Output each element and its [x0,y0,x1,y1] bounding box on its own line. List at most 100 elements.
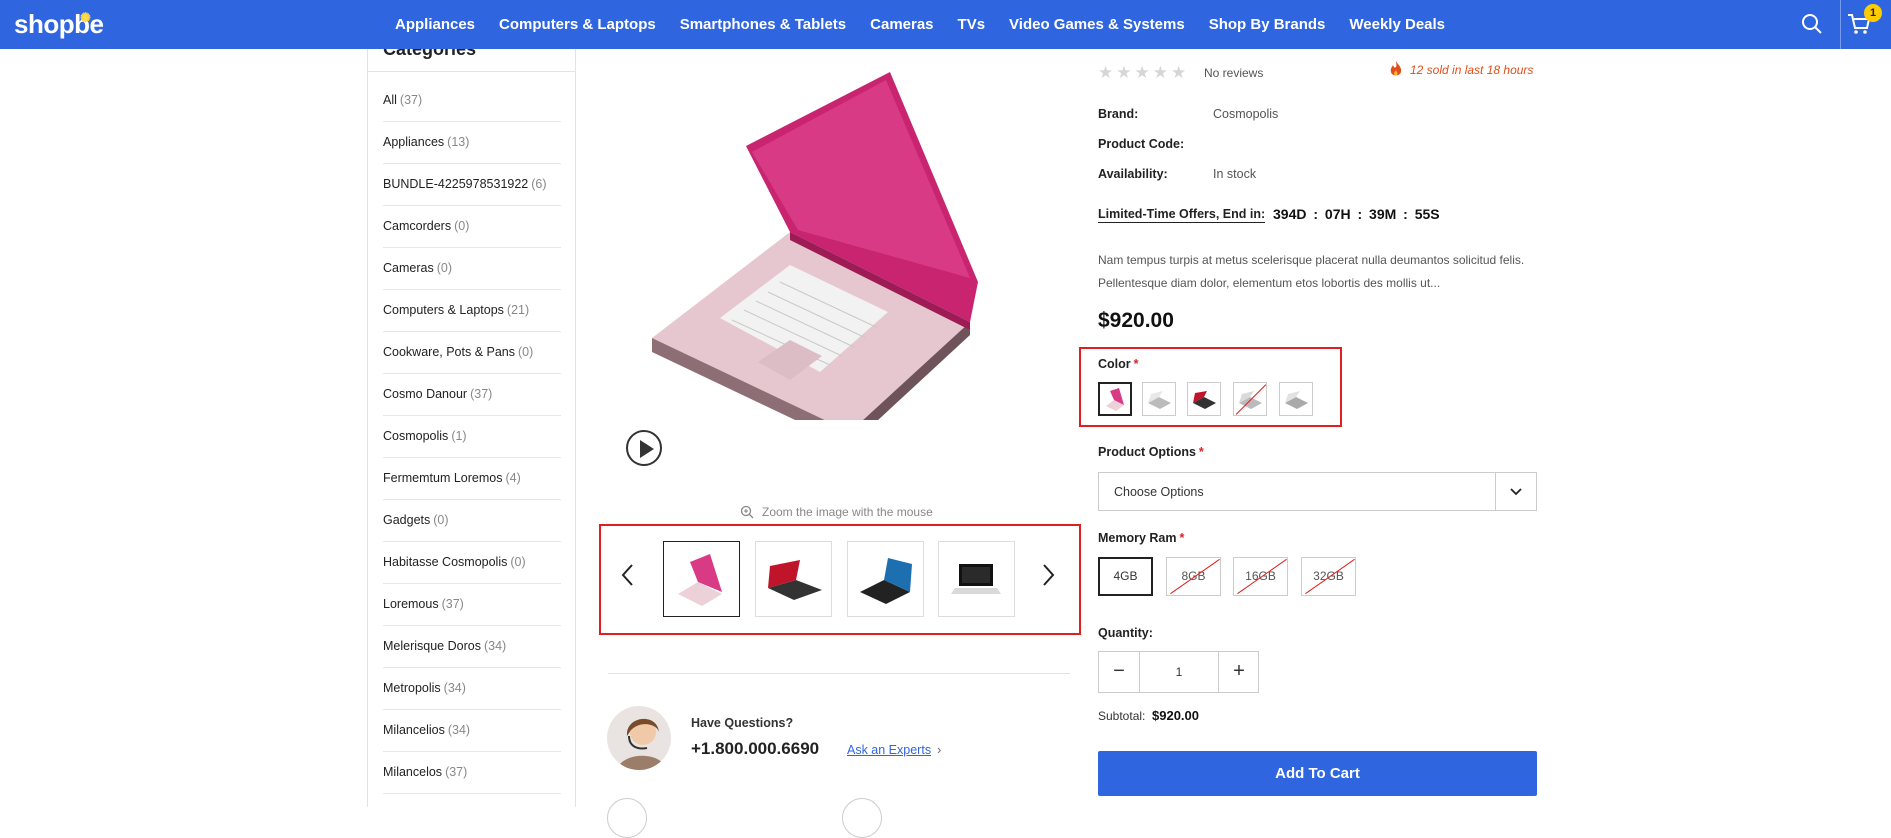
category-item[interactable]: Computers & Laptops (21) [383,290,561,332]
thumbnail-pink-laptop[interactable] [663,541,740,617]
zoom-hint: Zoom the image with the mouse [740,505,933,519]
category-item[interactable]: Milancelos (37) [383,752,561,794]
category-count: (37) [470,387,493,401]
quantity-increase-button[interactable]: + [1219,652,1259,692]
chevron-right-icon: › [937,743,942,757]
chevron-left-icon[interactable] [618,560,638,590]
color-label: Color * [1098,357,1139,371]
product-code-label: Product Code: [1098,137,1185,151]
category-list: All (37) Appliances (13) BUNDLE-422597853192… [383,80,561,807]
nav-item-tvs[interactable]: TVs [958,16,986,33]
help-phone-number: +1.800.000.6690 [691,739,820,758]
category-item[interactable]: Melerisque Doros (34) [383,626,561,668]
category-name: Metropolis [383,681,441,695]
offer-countdown: 394D : 07H : 39M : 55S [1273,206,1440,222]
nav-item-video-games[interactable]: Video Games & Systems [1009,16,1185,33]
divider [368,71,575,72]
color-swatch-silver-unavailable[interactable] [1233,382,1267,416]
category-name: Cameras [383,261,434,275]
category-name: Milancelos [383,765,443,779]
category-item[interactable]: Mobile Phones & Tablets(0) [383,794,561,807]
play-video-button[interactable] [626,430,662,466]
thumbnail-blue-laptop[interactable] [847,541,924,617]
star-icon: ★ [1098,63,1114,82]
category-count: (0) [518,345,534,359]
category-item[interactable]: Milancelios (34) [383,710,561,752]
star-icon: ★ [1116,63,1132,82]
nav-item-computers-laptops[interactable]: Computers & Laptops [499,16,656,33]
add-to-cart-button[interactable]: Add To Cart [1098,751,1537,796]
top-header: shopbe ✺ Appliances Computers & Laptops … [0,0,1891,49]
category-item[interactable]: BUNDLE-4225978531922 (6) [383,164,561,206]
nav-item-smartphones-tablets[interactable]: Smartphones & Tablets [680,16,846,33]
color-swatch-pink[interactable] [1098,382,1132,416]
chevron-right-icon[interactable] [1038,560,1058,590]
category-count: (0) [436,261,452,275]
ram-option-4gb[interactable]: 4GB [1098,557,1153,596]
product-options-select[interactable]: Choose Options [1098,472,1537,511]
nav-item-cameras[interactable]: Cameras [870,16,933,33]
thumbnail-red-laptop[interactable] [755,541,832,617]
category-count: (13) [447,135,470,149]
support-avatar [607,706,671,770]
category-item[interactable]: Cosmopolis (1) [383,416,561,458]
star-icon: ★ [1134,63,1150,82]
category-count: (0) [510,555,526,569]
category-item[interactable]: Camcorders (0) [383,206,561,248]
category-name: Gadgets [383,513,431,527]
offer-label: Limited-Time Offers, End in: [1098,207,1266,223]
cart-count-badge: 1 [1864,4,1882,22]
color-swatch-grey[interactable] [1279,382,1313,416]
category-item[interactable]: Cookware, Pots & Pans (0) [383,332,561,374]
category-name: Cosmopolis [383,429,449,443]
star-icon: ★ [1152,63,1168,82]
subtotal-label: Subtotal: [1098,709,1146,723]
category-item[interactable]: Gadgets (0) [383,500,561,542]
category-name: Melerisque Doros [383,639,481,653]
product-main-image[interactable] [640,60,1020,420]
nav-item-shop-by-brands[interactable]: Shop By Brands [1209,16,1326,33]
divider [1495,473,1496,510]
category-count: (0) [454,219,470,233]
subtotal-value: $920.00 [1152,708,1199,723]
category-count: (37) [441,597,464,611]
shopbe-logo[interactable]: shopbe ✺ [14,9,104,40]
category-name: Camcorders [383,219,452,233]
search-icon[interactable] [1799,11,1825,37]
quantity-decrease-button[interactable]: − [1099,652,1139,692]
brand-value[interactable]: Cosmopolis [1213,107,1278,121]
category-item[interactable]: Habitasse Cosmopolis (0) [383,542,561,584]
category-item[interactable]: Loremous (37) [383,584,561,626]
category-name: Habitasse Cosmopolis [383,555,508,569]
color-swatch-white[interactable] [1142,382,1176,416]
unavailable-slash [1170,558,1220,595]
help-question: Have Questions? [691,716,794,730]
quantity-input[interactable] [1140,652,1218,692]
ram-option-8gb[interactable]: 8GB [1166,557,1221,596]
category-item[interactable]: Cameras (0) [383,248,561,290]
color-swatch-red[interactable] [1187,382,1221,416]
category-item[interactable]: Appliances (13) [383,122,561,164]
thumbnail-black-laptop[interactable] [938,541,1015,617]
category-count: (34) [483,639,507,653]
category-name: Loremous [383,597,439,611]
zoom-icon [740,505,754,519]
category-item[interactable]: All (37) [383,80,561,122]
ram-option-32gb[interactable]: 32GB [1301,557,1356,596]
rating-stars: ★ ★ ★ ★ ★ [1098,63,1189,83]
category-count: (37) [445,765,468,779]
ask-expert-link[interactable]: Ask an Experts › [847,743,941,757]
nav-item-weekly-deals[interactable]: Weekly Deals [1349,16,1445,33]
availability-label: Availability: [1098,167,1168,181]
ram-option-16gb[interactable]: 16GB [1233,557,1288,596]
header-divider [1840,0,1841,49]
chevron-down-icon [1510,488,1522,496]
availability-value: In stock [1213,167,1257,181]
category-item[interactable]: Fermemtum Loremos (4) [383,458,561,500]
quantity-stepper: − + [1098,651,1259,693]
nav-item-appliances[interactable]: Appliances [395,16,475,33]
category-item[interactable]: Cosmo Danour (37) [383,374,561,416]
category-name: All [383,93,397,107]
category-count: (4) [505,471,521,485]
category-item[interactable]: Metropolis (34) [383,668,561,710]
